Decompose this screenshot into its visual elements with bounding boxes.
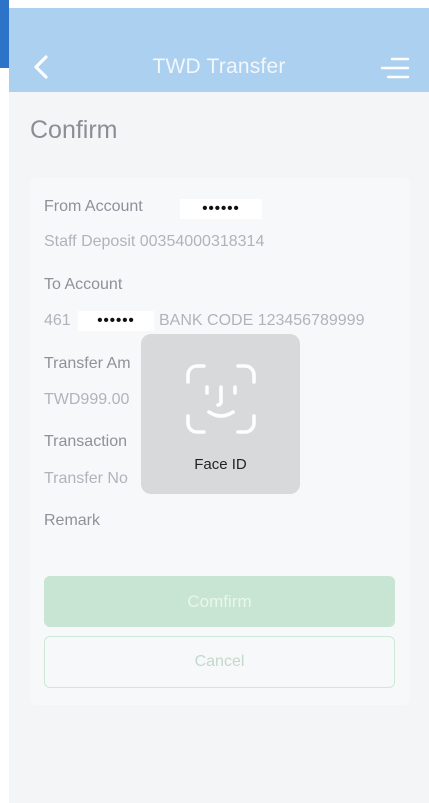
from-account-mask: •••••• [180, 199, 262, 219]
app-screen: TWD Transfer Confirm From Account ••••••… [9, 8, 429, 803]
nav-title: TWD Transfer [152, 55, 286, 78]
to-account-value: BANK CODE 123456789999 [159, 312, 365, 329]
confirm-button[interactable]: Comfirm [44, 576, 395, 627]
menu-button[interactable] [379, 54, 411, 82]
to-account-label: To Account [44, 276, 123, 293]
face-id-icon [186, 364, 256, 434]
face-id-label: Face ID [194, 456, 247, 473]
menu-icon [380, 57, 410, 79]
remark-label: Remark [44, 512, 101, 529]
edge-strip [0, 0, 9, 68]
page-title: Confirm [30, 116, 118, 144]
to-account-prefix: 461 [44, 312, 71, 329]
to-account-mask: •••••• [78, 311, 154, 331]
transaction-label: Transaction [44, 433, 127, 450]
navigation-bar: TWD Transfer [9, 8, 429, 92]
from-account-value: Staff Deposit 00354000318314 [44, 233, 265, 250]
cancel-button[interactable]: Cancel [44, 636, 395, 688]
face-id-prompt: Face ID [141, 334, 300, 494]
transfer-amount-value: TWD999.00 [44, 391, 130, 408]
from-account-label: From Account [44, 198, 143, 215]
transfer-amount-label: Transfer Am [44, 355, 131, 372]
transaction-value: Transfer No [44, 470, 128, 487]
